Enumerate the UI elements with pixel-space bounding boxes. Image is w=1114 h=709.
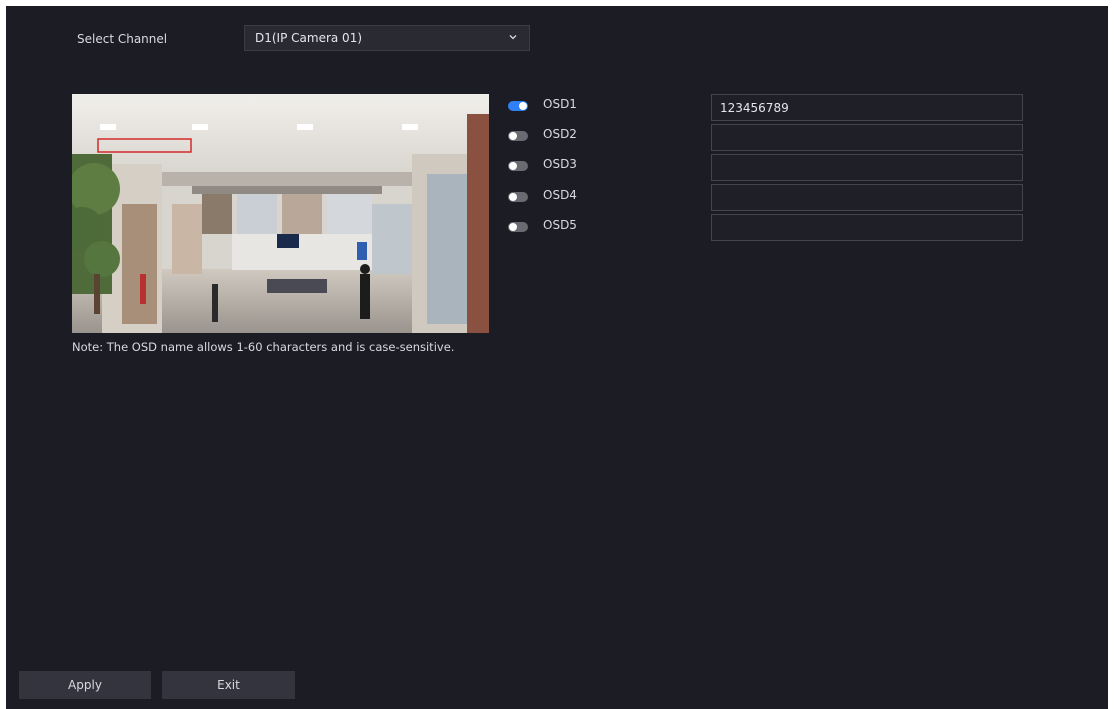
select-channel-label: Select Channel [77,32,168,46]
exit-button[interactable]: Exit [162,671,295,699]
osd-note: Note: The OSD name allows 1-60 character… [72,340,455,354]
osd5-toggle[interactable] [508,222,528,232]
chevron-down-icon [509,35,517,40]
channel-select-value: D1(IP Camera 01) [255,31,363,45]
osd3-label: OSD3 [543,157,577,171]
mall-scene-image [72,94,489,333]
osd2-name-input[interactable] [711,124,1023,151]
apply-button[interactable]: Apply [19,671,151,699]
osd5-name-input[interactable] [711,214,1023,241]
osd4-toggle[interactable] [508,192,528,202]
osd4-label: OSD4 [543,188,577,202]
osd1-name-input[interactable] [711,94,1023,121]
camera-preview[interactable] [72,94,489,333]
osd1-toggle[interactable] [508,101,528,111]
osd1-label: OSD1 [543,97,577,111]
osd2-label: OSD2 [543,127,577,141]
osd5-label: OSD5 [543,218,577,232]
channel-select[interactable]: D1(IP Camera 01) [244,25,530,51]
osd4-name-input[interactable] [711,184,1023,211]
osd3-toggle[interactable] [508,161,528,171]
osd3-name-input[interactable] [711,154,1023,181]
osd2-toggle[interactable] [508,131,528,141]
